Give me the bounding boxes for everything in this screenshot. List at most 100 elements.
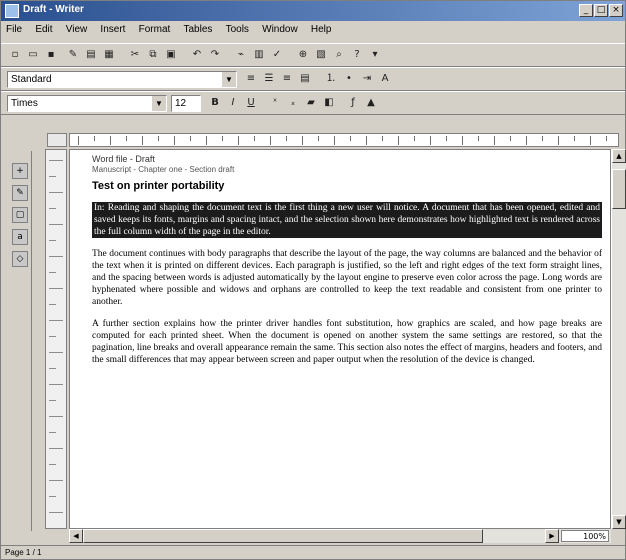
document-title[interactable]: Test on printer portability <box>92 180 602 192</box>
ruler-corner <box>47 133 67 147</box>
horizontal-scroll-thumb[interactable] <box>83 529 483 543</box>
document-area[interactable]: Word file - Draft Manuscript - Chapter o… <box>69 149 611 529</box>
numbering-icon[interactable]: ⒈ <box>323 71 339 87</box>
bullets-icon[interactable]: • <box>341 71 357 87</box>
align-right-icon[interactable]: ≡ <box>279 71 295 87</box>
ruler-tick <box>446 136 447 141</box>
minimize-button[interactable]: _ <box>579 4 593 17</box>
ruler-tick <box>302 136 303 145</box>
paste-icon[interactable]: ▣ <box>163 47 179 63</box>
paragraph-style-select[interactable]: Standard ▼ <box>7 71 237 88</box>
new-document-icon[interactable]: ▫ <box>7 47 23 63</box>
scroll-up-icon[interactable]: ▲ <box>612 149 626 163</box>
copy-icon[interactable]: ⧉ <box>145 47 161 63</box>
edit-autotext-icon[interactable]: a <box>12 229 28 245</box>
ruler-tick <box>49 432 56 433</box>
menu-tables[interactable]: Tables <box>178 22 217 37</box>
edit-file-icon[interactable]: ✎ <box>65 47 81 63</box>
hyperlink-icon[interactable]: ⌁ <box>233 47 249 63</box>
menu-file[interactable]: File <box>1 22 27 37</box>
background-color-icon[interactable]: ◧ <box>321 95 337 111</box>
zoom-level[interactable]: 100% <box>561 530 609 542</box>
menu-view[interactable]: View <box>61 22 93 37</box>
menu-help[interactable]: Help <box>306 22 337 37</box>
save-icon[interactable]: ▪ <box>43 47 59 63</box>
redo-icon[interactable]: ↷ <box>207 47 223 63</box>
show-draw-icon[interactable]: ◇ <box>12 251 28 267</box>
ruler-tick <box>49 240 56 241</box>
menu-format[interactable]: Format <box>134 22 176 37</box>
ruler-tick <box>49 416 63 417</box>
scroll-down-icon[interactable]: ▼ <box>612 515 626 529</box>
ruler-tick <box>382 136 383 141</box>
scroll-left-icon[interactable]: ◀ <box>69 529 83 543</box>
scroll-right-icon[interactable]: ▶ <box>545 529 559 543</box>
font-name-value: Times <box>11 98 38 109</box>
close-button[interactable]: × <box>609 4 623 17</box>
align-left-icon[interactable]: ≡ <box>243 71 259 87</box>
ruler-tick <box>49 176 56 177</box>
vertical-scrollbar[interactable]: ▲ ▼ <box>611 149 626 529</box>
ruler-tick <box>398 136 399 145</box>
align-center-icon[interactable]: ☰ <box>261 71 277 87</box>
undo-icon[interactable]: ↶ <box>189 47 205 63</box>
open-folder-icon[interactable]: ▭ <box>25 47 41 63</box>
character-icon[interactable]: ƒ <box>345 95 361 111</box>
font-color-icon[interactable]: A <box>377 71 393 87</box>
ruler-tick <box>49 352 63 353</box>
italic-icon[interactable]: I <box>225 95 241 111</box>
ruler-tick <box>49 336 56 337</box>
chevron-down-icon[interactable]: ▼ <box>222 72 236 87</box>
menu-tools[interactable]: Tools <box>221 22 254 37</box>
selected-paragraph[interactable]: In: Reading and shaping the document tex… <box>92 202 602 238</box>
body-paragraph[interactable]: The document continues with body paragra… <box>92 248 602 308</box>
title-bar: Draft - Writer _ □ × <box>1 1 625 21</box>
indent-icon[interactable]: ⇥ <box>359 71 375 87</box>
bold-icon[interactable]: B <box>207 95 223 111</box>
menu-edit[interactable]: Edit <box>30 22 57 37</box>
document-page[interactable]: Word file - Draft Manuscript - Chapter o… <box>92 154 602 366</box>
ruler-tick <box>49 272 56 273</box>
navigator-icon[interactable]: ⊕ <box>295 47 311 63</box>
ruler-tick <box>78 136 79 145</box>
ruler-tick <box>49 208 56 209</box>
highlight-icon[interactable]: ▰ <box>303 95 319 111</box>
maximize-button[interactable]: □ <box>594 4 608 17</box>
insert-icon[interactable]: + <box>12 163 28 179</box>
print-icon[interactable]: ▤ <box>83 47 99 63</box>
print-preview-icon[interactable]: ▦ <box>101 47 117 63</box>
table-icon[interactable]: ▥ <box>251 47 267 63</box>
chevron-down-icon[interactable]: ▼ <box>152 96 166 111</box>
ruler-tick <box>158 136 159 141</box>
menu-window[interactable]: Window <box>257 22 303 37</box>
ruler-tick <box>49 304 56 305</box>
font-name-select[interactable]: Times ▼ <box>7 95 167 112</box>
underline-icon[interactable]: U <box>243 95 259 111</box>
help-icon[interactable]: ? <box>349 47 365 63</box>
toolbar-chevron-icon[interactable]: ▾ <box>367 47 383 63</box>
cut-icon[interactable]: ✂ <box>127 47 143 63</box>
justify-icon[interactable]: ▤ <box>297 71 313 87</box>
ruler-tick <box>142 136 143 145</box>
draw-icon[interactable]: ✎ <box>12 185 28 201</box>
font-size-select[interactable]: 12 <box>171 95 201 112</box>
ruler-tick <box>49 224 63 225</box>
ruler-tick <box>49 496 56 497</box>
subscript-icon[interactable]: ₓ <box>285 95 301 111</box>
horizontal-ruler[interactable] <box>69 133 619 147</box>
ruler-tick <box>94 136 95 141</box>
ruler-tick <box>494 136 495 145</box>
ruler-tick <box>462 136 463 145</box>
zoom-icon[interactable]: ⌕ <box>331 47 347 63</box>
ruler-tick <box>606 136 607 141</box>
menu-insert[interactable]: Insert <box>95 22 130 37</box>
ruler-tick <box>49 400 56 401</box>
superscript-icon[interactable]: ˣ <box>267 95 283 111</box>
horizontal-scrollbar[interactable]: ◀ ▶ <box>69 529 611 543</box>
gallery-icon[interactable]: ▧ <box>313 47 329 63</box>
spellcheck-icon[interactable]: ✓ <box>269 47 285 63</box>
vertical-scroll-thumb[interactable] <box>612 169 626 209</box>
insert-object-icon[interactable]: ▲ <box>363 95 379 111</box>
body-paragraph[interactable]: A further section explains how the print… <box>92 318 602 366</box>
form-icon[interactable]: ▢ <box>12 207 28 223</box>
